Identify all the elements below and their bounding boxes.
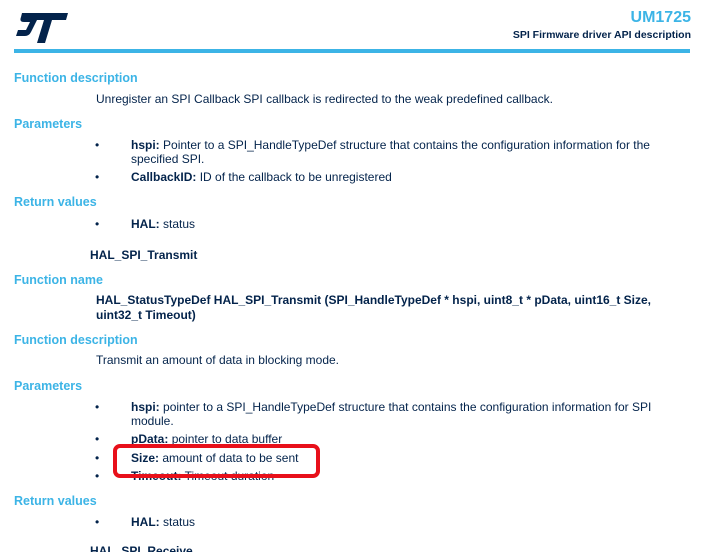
return-name: HAL: — [131, 515, 160, 529]
param-desc: Pointer to a SPI_HandleTypeDef structure… — [163, 138, 650, 152]
param-desc: ID of the callback to be unregistered — [199, 170, 392, 184]
bullet: • — [95, 400, 100, 414]
bullet: • — [95, 451, 100, 465]
function-signature: HAL_StatusTypeDef HAL_SPI_Transmit (SPI_… — [96, 293, 652, 307]
return-desc: status — [163, 515, 196, 529]
bullet: • — [95, 170, 100, 184]
doc-id: UM1725 — [630, 9, 691, 26]
heading-parameters: Parameters — [14, 117, 83, 131]
bullet: • — [95, 432, 100, 446]
bullet: • — [95, 217, 100, 231]
heading-function-description: Function description — [14, 333, 138, 347]
param-name: hspi: — [131, 138, 160, 152]
heading-function-description: Function description — [14, 71, 138, 85]
function-signature-cont: uint32_t Timeout) — [96, 308, 196, 322]
return-desc: status — [163, 217, 196, 231]
bullet: • — [95, 138, 100, 152]
param-item: CallbackID: ID of the callback to be unr… — [131, 170, 392, 185]
param-desc: pointer to a SPI_HandleTypeDef structure… — [163, 400, 652, 414]
function-description-text: Transmit an amount of data in blocking m… — [96, 353, 340, 367]
highlight-box — [113, 444, 320, 478]
param-item: hspi: pointer to a SPI_HandleTypeDef str… — [131, 400, 651, 415]
return-item: HAL: status — [131, 217, 195, 232]
param-desc-cont: module. — [131, 414, 174, 428]
param-desc-cont: specified SPI. — [131, 152, 205, 166]
function-title: HAL_SPI_Receive — [90, 544, 193, 552]
function-description-text: Unregister an SPI Callback SPI callback … — [96, 92, 553, 106]
heading-return-values: Return values — [14, 195, 97, 209]
return-item: HAL: status — [131, 515, 195, 530]
function-title: HAL_SPI_Transmit — [90, 248, 198, 262]
bullet: • — [95, 469, 100, 483]
param-name: hspi: — [131, 400, 160, 414]
heading-return-values: Return values — [14, 494, 97, 508]
heading-function-name: Function name — [14, 273, 103, 287]
param-name: CallbackID: — [131, 170, 197, 184]
param-item: hspi: Pointer to a SPI_HandleTypeDef str… — [131, 138, 650, 153]
doc-subtitle: SPI Firmware driver API description — [512, 29, 691, 41]
st-logo-icon — [16, 13, 68, 43]
heading-parameters: Parameters — [14, 379, 83, 393]
header-rule — [14, 49, 690, 53]
bullet: • — [95, 515, 100, 529]
return-name: HAL: — [131, 217, 160, 231]
document-page: UM1725 SPI Firmware driver API descripti… — [0, 0, 703, 552]
